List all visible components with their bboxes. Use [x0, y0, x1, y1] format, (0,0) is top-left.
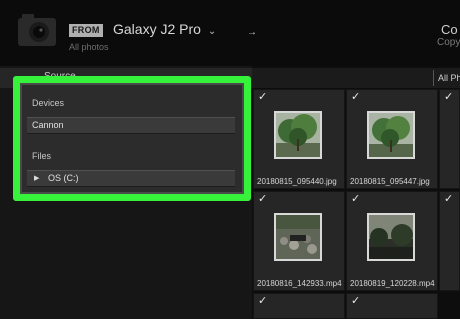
filter-all-photos-tab[interactable]: All Ph [433, 70, 460, 86]
highlight-box [13, 76, 251, 201]
thumbnail-filename: 20180816_142933.mp4 [257, 279, 342, 288]
thumbnail-cell[interactable]: ✓ [253, 293, 345, 319]
thumbnail-cell[interactable]: ✓ [346, 293, 438, 319]
thumbnail-filename: 20180815_095440.jpg [257, 177, 337, 186]
camera-icon[interactable] [18, 14, 56, 46]
checkmark-icon[interactable]: ✓ [351, 90, 360, 103]
checkmark-icon[interactable]: ✓ [258, 294, 267, 307]
source-device-name: Galaxy J2 Pro [113, 21, 201, 37]
source-subtitle: All photos [69, 42, 109, 52]
thumbnail-image [367, 111, 415, 159]
thumbnail-image [274, 111, 322, 159]
checkmark-icon[interactable]: ✓ [258, 90, 267, 103]
thumbnail-cell[interactable]: ✓ 20180819_120228.mp4 [346, 191, 438, 291]
import-mode-subtitle: Copy [437, 37, 460, 48]
photo-import-window: FROM Galaxy J2 Pro ⌄ All photos → Co Cop… [0, 0, 460, 319]
grid-toolbar [252, 68, 460, 88]
from-badge: FROM [69, 24, 103, 37]
import-mode-title: Co [441, 22, 458, 37]
thumbnail-cell[interactable]: ✓ 20180815_095447.jpg [346, 89, 438, 189]
checkmark-icon[interactable]: ✓ [258, 192, 267, 205]
checkmark-icon[interactable]: ✓ [444, 192, 453, 205]
thumbnail-cell[interactable]: ✓ 20180816_142933.mp4 [253, 191, 345, 291]
chevron-down-icon: ⌄ [207, 26, 217, 37]
checkmark-icon[interactable]: ✓ [351, 294, 360, 307]
arrow-right-icon: → [247, 27, 257, 38]
checkmark-icon[interactable]: ✓ [351, 192, 360, 205]
thumbnail-cell[interactable]: ✓ 20180815_095440.jpg [253, 89, 345, 189]
checkmark-icon[interactable]: ✓ [444, 90, 453, 103]
thumbnail-cell[interactable]: ✓ [439, 89, 460, 189]
thumbnail-filename: 20180819_120228.mp4 [350, 279, 435, 288]
source-device-selector[interactable]: Galaxy J2 Pro ⌄ [113, 21, 216, 37]
thumbnail-image [274, 213, 322, 261]
thumbnail-image [367, 213, 415, 261]
thumbnail-filename: 20180815_095447.jpg [350, 177, 430, 186]
thumbnail-cell[interactable]: ✓ [439, 191, 460, 291]
